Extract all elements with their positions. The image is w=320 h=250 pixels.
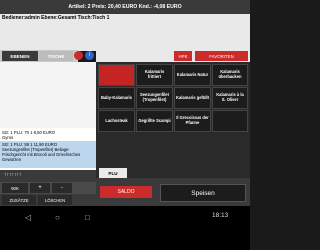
tab-tische[interactable]: TISCHE bbox=[39, 51, 73, 61]
product-button[interactable] bbox=[98, 64, 135, 86]
nav-home-icon[interactable]: ○ bbox=[55, 213, 60, 222]
minus-button[interactable]: - bbox=[52, 183, 72, 193]
product-button[interactable]: Kalamaris frittiert bbox=[136, 64, 173, 86]
product-button[interactable]: Baby-Kalamaris bbox=[98, 87, 135, 109]
plus-button[interactable]: + bbox=[30, 183, 50, 193]
product-button[interactable] bbox=[212, 110, 248, 132]
product-button[interactable]: Lachssteak bbox=[98, 110, 135, 132]
back-icon[interactable] bbox=[74, 51, 83, 60]
favorites-button[interactable]: FAVORITEN bbox=[195, 51, 248, 61]
product-button[interactable]: Kalamaris à la S. Oliver bbox=[212, 87, 248, 109]
order-line-1-name[interactable]: Gyros bbox=[2, 135, 13, 140]
product-button[interactable]: Kalamaris gefüllt bbox=[174, 87, 211, 109]
operator-info: Bediener:admin Ebene:Gesamt Tisch:Tisch … bbox=[2, 15, 110, 21]
tab-ebenen[interactable]: EBENEN bbox=[2, 51, 38, 61]
zusatze-button[interactable]: ZUSÄTZE bbox=[2, 195, 36, 205]
nav-back-icon[interactable]: ◁ bbox=[25, 213, 31, 222]
product-button[interactable]: Kalamaris überbacken bbox=[212, 64, 248, 86]
product-button[interactable]: Gegrillte Scampi bbox=[136, 110, 173, 132]
loschen-button[interactable]: LÖSCHEN bbox=[38, 195, 72, 205]
clock: 18:13 bbox=[212, 212, 229, 219]
order-line-2-note[interactable]: Frischgericht mit Brocoli und Griechisch… bbox=[2, 152, 94, 162]
order-summary: Artikel: 2 Preis: 20,40 EURO Knd.: -4,08… bbox=[68, 4, 182, 10]
scroll-arrows[interactable]: ↑↑↑↑↑↑↑ bbox=[4, 172, 22, 178]
product-button[interactable]: Kalamaris Natur bbox=[174, 64, 211, 86]
tab-plu[interactable]: PLU bbox=[99, 168, 127, 178]
90k-button[interactable]: 90K bbox=[2, 183, 28, 193]
info-icon[interactable]: i bbox=[85, 51, 94, 60]
nav-recent-icon[interactable]: □ bbox=[85, 213, 90, 222]
speisen-button[interactable]: Speisen bbox=[160, 184, 246, 202]
product-button[interactable]: Seezungenfilet (Tropenfilet) bbox=[136, 87, 173, 109]
hpk-button[interactable]: HPK bbox=[174, 51, 192, 61]
product-button[interactable]: Il Grecoiraus der Pfanne bbox=[174, 110, 211, 132]
saldo-button[interactable]: SALDO bbox=[100, 186, 152, 198]
